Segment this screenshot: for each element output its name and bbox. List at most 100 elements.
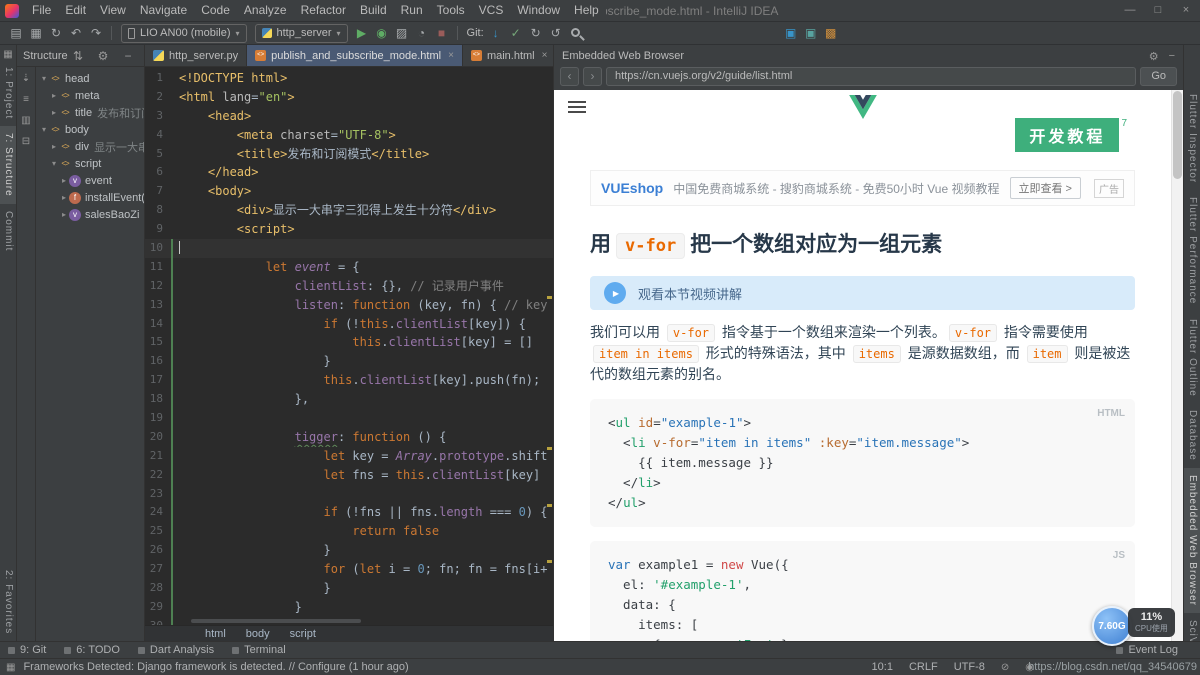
tool-button-project[interactable]: 1: Project <box>0 60 16 126</box>
browser-back-button[interactable]: ‹ <box>560 67 579 86</box>
url-input[interactable]: https://cn.vuejs.org/v2/guide/list.html <box>606 67 1137 86</box>
structure-item-body[interactable]: ▾ <> body <box>36 121 144 138</box>
status-message[interactable]: Frameworks Detected: Django framework is… <box>23 661 408 673</box>
tool-button-flutter-outline[interactable]: Flutter Outline <box>1184 312 1200 404</box>
layout-editor-icon[interactable]: ▣ <box>781 23 801 43</box>
menu-run[interactable]: Run <box>393 0 430 21</box>
tool-button-dart-analysis[interactable]: Dart Analysis <box>137 644 214 656</box>
code-line[interactable]: 21 let key = Array.prototype.shift <box>145 446 553 466</box>
git-commit-icon[interactable]: ✓ <box>506 23 526 43</box>
tool-window-switcher-icon[interactable]: ▦ <box>6 662 15 673</box>
tab-close-icon[interactable]: × <box>448 50 454 61</box>
tool-button-database[interactable]: Database <box>1184 403 1200 468</box>
git-history-icon[interactable]: ↻ <box>526 23 546 43</box>
redo-icon[interactable]: ↷ <box>86 23 106 43</box>
breadcrumb-item-html[interactable]: html <box>205 628 226 640</box>
structure-item-meta[interactable]: ▸ <> meta <box>36 87 144 104</box>
minimize-button[interactable]: — <box>1116 0 1144 21</box>
structure-item-event[interactable]: ▸ v event <box>36 172 144 189</box>
menu-help[interactable]: Help <box>567 0 606 21</box>
browser-scrollbar-thumb[interactable] <box>1173 91 1182 179</box>
file-encoding[interactable]: UTF-8 <box>954 661 985 673</box>
memory-indicator[interactable]: 7.60G <box>1092 606 1132 646</box>
breadcrumb-item-script[interactable]: script <box>290 628 316 640</box>
vue-logo[interactable] <box>848 95 877 122</box>
play-icon[interactable]: ▶ <box>604 282 626 304</box>
code-line[interactable]: 5 <title>发布和订阅模式</title> <box>145 145 553 164</box>
structure-item-salesbaozi[interactable]: ▸ v salesBaoZi <box>36 206 144 223</box>
code-line[interactable]: 19 <box>145 409 553 428</box>
run-button[interactable]: ▶ <box>352 23 372 43</box>
code-line[interactable]: 17 this.clientList[key].push(fn); <box>145 371 553 391</box>
save-all-icon[interactable]: ▦ <box>26 23 46 43</box>
editor-tab-http-server-py[interactable]: http_server.py <box>145 45 248 66</box>
search-everywhere-icon[interactable] <box>566 23 586 43</box>
tool-button-flutter-performance[interactable]: Flutter Performance <box>1184 190 1200 311</box>
lock-icon[interactable]: ⊘ <box>1001 662 1009 673</box>
git-update-icon[interactable]: ↓ <box>486 23 506 43</box>
git-rollback-icon[interactable]: ↺ <box>546 23 566 43</box>
tool-button-embedded-web-browser[interactable]: Embedded Web Browser <box>1184 468 1200 614</box>
code-line[interactable]: 27 for (let i = 0; fn; fn = fns[i+ <box>145 560 553 580</box>
editor-horizontal-scrollbar[interactable] <box>191 619 361 623</box>
code-line[interactable]: 24 if (!fns || fns.length === 0) { <box>145 503 553 523</box>
open-project-icon[interactable]: ▤ <box>6 23 26 43</box>
coverage-button[interactable]: ▨ <box>392 23 412 43</box>
code-line[interactable]: 26 } <box>145 541 553 561</box>
structure-item-head[interactable]: ▾ <> head <box>36 70 144 87</box>
tool-button-commit[interactable]: Commit <box>0 204 16 258</box>
hide-icon[interactable]: − <box>118 46 138 66</box>
go-button[interactable]: Go <box>1140 67 1177 86</box>
code-line[interactable]: 13 listen: function (key, fn) { // key <box>145 295 553 315</box>
code-line[interactable]: 12 clientList: {}, // 记录用户事件 <box>145 276 553 296</box>
group-icon[interactable]: ≡ <box>18 94 34 106</box>
close-button[interactable]: × <box>1172 0 1200 21</box>
breadcrumb-item-body[interactable]: body <box>246 628 270 640</box>
code-line[interactable]: 8 <div>显示一大串字三犯得上发生十分符</div> <box>145 201 553 220</box>
code-line[interactable]: 16 } <box>145 352 553 372</box>
code-line[interactable]: 10 <box>145 239 553 258</box>
sort-icon[interactable]: ⇅ <box>68 46 88 66</box>
line-separator[interactable]: CRLF <box>909 661 938 673</box>
menu-file[interactable]: File <box>25 0 59 21</box>
structure-item-installevent-ob[interactable]: ▸f installEvent(ob... <box>36 189 144 206</box>
code-line[interactable]: 18 }, <box>145 390 553 410</box>
debug-button[interactable]: ◉ <box>372 23 392 43</box>
maximize-button[interactable]: □ <box>1144 0 1172 21</box>
browser-scrollbar[interactable] <box>1171 90 1183 641</box>
ad-brand[interactable]: VUEshop <box>601 180 663 196</box>
tool-button-terminal[interactable]: Terminal <box>232 644 286 656</box>
menu-vcs[interactable]: VCS <box>471 0 511 21</box>
undo-icon[interactable]: ↶ <box>66 23 86 43</box>
code-line[interactable]: 22 let fns = this.clientList[key] <box>145 465 553 485</box>
code-line[interactable]: 20 tigger: function () { <box>145 427 553 447</box>
code-line[interactable]: 9 <script> <box>145 220 553 239</box>
structure-item-title[interactable]: ▸ <> title 发布和订阅模式 <box>36 104 144 121</box>
code-line[interactable]: 14 if (!this.clientList[key]) { <box>145 314 553 334</box>
run-config-selector[interactable]: http_server ▾ <box>254 23 348 43</box>
caret-position[interactable]: 10:1 <box>872 661 893 673</box>
editor-tab-main-html[interactable]: <> main.html × <box>463 45 557 66</box>
filter-icon[interactable]: ▥ <box>18 115 34 127</box>
stop-button[interactable]: ■ <box>432 23 452 43</box>
code-line[interactable]: 23 <box>145 484 553 504</box>
code-line[interactable]: 11 let event = { <box>145 257 553 277</box>
hamburger-menu-icon[interactable] <box>568 101 586 116</box>
menu-build[interactable]: Build <box>352 0 394 21</box>
ad-cta-button[interactable]: 立即查看 > <box>1009 177 1081 199</box>
code-area[interactable]: 1 <!DOCTYPE html> 2 <html lang="en"> 3 <head… <box>145 67 553 625</box>
menu-window[interactable]: Window <box>510 0 568 21</box>
editor-tab-publish-and-subscribe-mode-html[interactable]: <> publish_and_subscribe_mode.html × <box>247 45 463 66</box>
code-line[interactable]: 28 } <box>145 579 553 598</box>
gear-icon[interactable]: ⚙ <box>1149 50 1159 63</box>
settings-icon[interactable]: ⚙ <box>93 46 113 66</box>
tool-button-favorites[interactable]: 2: Favorites <box>0 563 16 641</box>
code-line[interactable]: 1 <!DOCTYPE html> <box>145 69 553 88</box>
sort-alpha-icon[interactable]: ⇣ <box>18 73 34 85</box>
browser-forward-button[interactable]: › <box>583 67 602 86</box>
code-line[interactable]: 29 } <box>145 597 553 617</box>
menu-navigate[interactable]: Navigate <box>132 0 195 21</box>
profiler-button[interactable]: ◔ <box>412 23 432 43</box>
menu-code[interactable]: Code <box>194 0 237 21</box>
code-line[interactable]: 4 <meta charset="UTF-8"> <box>145 126 553 145</box>
